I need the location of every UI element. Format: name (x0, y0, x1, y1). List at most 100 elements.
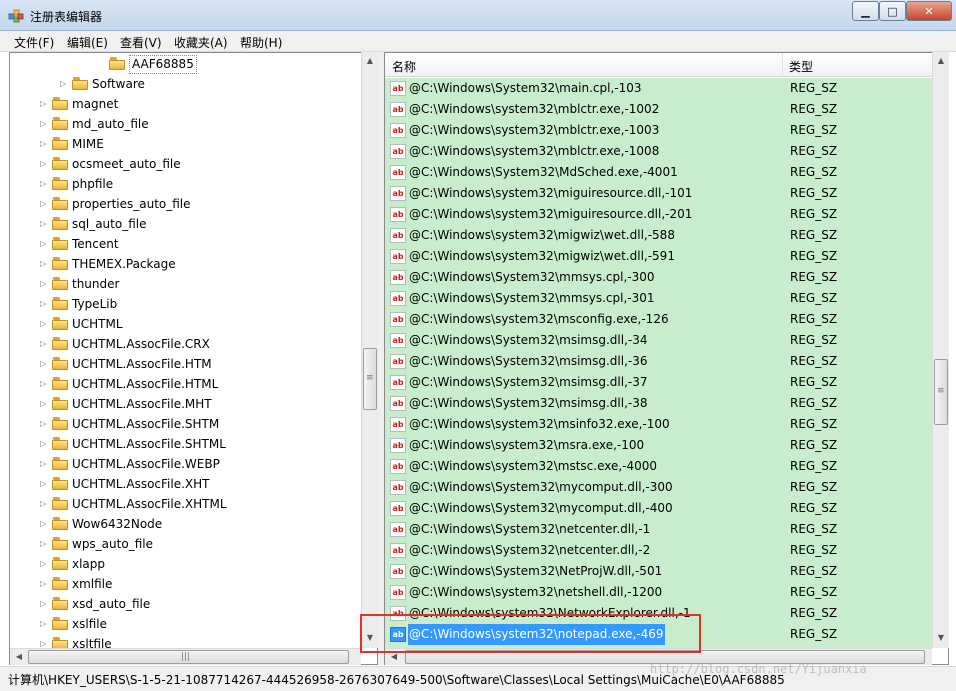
expand-arrow-icon[interactable]: ▷ (40, 534, 48, 554)
expand-arrow-icon[interactable]: ▷ (40, 514, 48, 534)
tree-item[interactable]: ▷ UCHTML.AssocFile.SHTML (10, 434, 360, 454)
table-row[interactable]: ab @C:\Windows\system32\miguiresource.dll… (385, 183, 933, 204)
expand-arrow-icon[interactable]: ▷ (40, 454, 48, 474)
column-header-name[interactable]: 名称 (392, 58, 416, 75)
expand-arrow-icon[interactable]: ▷ (40, 494, 48, 514)
tree-item[interactable]: ▷ UCHTML.AssocFile.HTM (10, 354, 360, 374)
minimize-button[interactable]: ▁ (852, 1, 879, 21)
tree-item[interactable]: ▷ TypeLib (10, 294, 360, 314)
tree-item[interactable]: ▷ Wow6432Node (10, 514, 360, 534)
table-row[interactable]: ab @C:\Windows\System32\NetProjW.dll,-501… (385, 561, 933, 582)
expand-arrow-icon[interactable]: ▷ (40, 274, 48, 294)
tree-item[interactable]: ▷ MIME (10, 134, 360, 154)
menu-edit[interactable]: 编辑(E) (67, 34, 108, 51)
table-row[interactable]: ab @C:\Windows\system32\msconfig.exe,-126… (385, 309, 933, 330)
tree-item[interactable]: ▷ phpfile (10, 174, 360, 194)
expand-arrow-icon[interactable]: ▷ (40, 114, 48, 134)
tree-scroll-thumb[interactable]: ≡ (363, 348, 377, 410)
expand-arrow-icon[interactable]: ▷ (40, 434, 48, 454)
table-row[interactable]: ab @C:\Windows\System32\mmsys.cpl,-300 REG… (385, 267, 933, 288)
expand-arrow-icon[interactable]: ▷ (40, 594, 48, 614)
table-row[interactable]: ab @C:\Windows\System32\msimsg.dll,-37 REG… (385, 372, 933, 393)
table-row[interactable]: ab @C:\Windows\system32\netshell.dll,-120… (385, 582, 933, 603)
tree-item[interactable]: ▷ xmlfile (10, 574, 360, 594)
table-row[interactable]: ab @C:\Windows\System32\netcenter.dll,-2 R… (385, 540, 933, 561)
table-row[interactable]: ab @C:\Windows\System32\msimsg.dll,-34 REG… (385, 330, 933, 351)
tree-item[interactable]: AAF68885 (10, 54, 360, 74)
tree-item[interactable]: ▷ UCHTML.AssocFile.XHTML (10, 494, 360, 514)
expand-arrow-icon[interactable]: ▷ (40, 354, 48, 374)
table-row[interactable]: ab @C:\Windows\System32\msimsg.dll,-38 REG… (385, 393, 933, 414)
close-button[interactable]: ✕ (906, 1, 952, 21)
tree-item[interactable]: ▷ magnet (10, 94, 360, 114)
tree-item[interactable]: ▷ md_auto_file (10, 114, 360, 134)
expand-arrow-icon[interactable]: ▷ (40, 614, 48, 634)
table-row[interactable]: ab @C:\Windows\system32\mblctr.exe,-1002 R… (385, 99, 933, 120)
table-row[interactable]: ab @C:\Windows\System32\MdSched.exe,-4001… (385, 162, 933, 183)
list-scroll-thumb[interactable]: ≡ (934, 359, 948, 425)
column-divider[interactable] (782, 53, 783, 77)
table-row[interactable]: ab @C:\Windows\System32\mycomput.dll,-400… (385, 498, 933, 519)
expand-arrow-icon[interactable]: ▷ (40, 154, 48, 174)
table-row[interactable]: ab @C:\Windows\System32\main.cpl,-103 REG_… (385, 78, 933, 99)
registry-tree[interactable]: AAF68885 ▷ Software ▷ magnet ▷ md_auto_file ▷ MI… (9, 52, 378, 665)
tree-item[interactable]: ▷ THEMEX.Package (10, 254, 360, 274)
table-row[interactable]: ab @C:\Windows\System32\mmsys.cpl,-301 REG… (385, 288, 933, 309)
table-row[interactable]: ab @C:\Windows\system32\migwiz\wet.dll,-5… (385, 225, 933, 246)
tree-item[interactable]: ▷ UCHTML (10, 314, 360, 334)
expand-arrow-icon[interactable]: ▷ (40, 194, 48, 214)
table-row[interactable]: ab @C:\Windows\system32\migwiz\wet.dll,-5… (385, 246, 933, 267)
expand-arrow-icon[interactable]: ▷ (40, 294, 48, 314)
menu-file[interactable]: 文件(F) (14, 34, 54, 51)
tree-item[interactable]: ▷ thunder (10, 274, 360, 294)
list-vertical-scrollbar[interactable]: ▲ ≡ ▼ (932, 52, 949, 648)
tree-item[interactable]: ▷ UCHTML.AssocFile.MHT (10, 394, 360, 414)
scroll-left-icon[interactable]: ◀ (11, 649, 27, 665)
expand-arrow-icon[interactable]: ▷ (40, 94, 48, 114)
expand-arrow-icon[interactable]: ▷ (40, 254, 48, 274)
tree-item[interactable]: ▷ UCHTML.AssocFile.WEBP (10, 454, 360, 474)
expand-arrow-icon[interactable]: ▷ (60, 74, 68, 94)
table-row[interactable]: ab @C:\Windows\system32\msinfo32.exe,-100… (385, 414, 933, 435)
tree-item[interactable]: ▷ xlapp (10, 554, 360, 574)
tree-item[interactable]: ▷ UCHTML.AssocFile.CRX (10, 334, 360, 354)
tree-item[interactable]: ▷ wps_auto_file (10, 534, 360, 554)
values-list[interactable]: 名称 类型 ab @C:\Windows\System32\main.cpl,-1… (384, 52, 949, 665)
scroll-down-icon[interactable]: ▼ (933, 630, 949, 646)
expand-arrow-icon[interactable]: ▷ (40, 134, 48, 154)
tree-horizontal-scrollbar[interactable]: ◀ ||| (10, 648, 361, 665)
expand-arrow-icon[interactable]: ▷ (40, 214, 48, 234)
tree-item[interactable]: ▷ Tencent (10, 234, 360, 254)
tree-hscroll-thumb[interactable]: ||| (28, 650, 349, 664)
table-row[interactable]: ab @C:\Windows\system32\mblctr.exe,-1008 R… (385, 141, 933, 162)
scroll-up-icon[interactable]: ▲ (362, 53, 378, 69)
expand-arrow-icon[interactable]: ▷ (40, 234, 48, 254)
tree-item[interactable]: ▷ Software (10, 74, 360, 94)
table-row[interactable]: ab @C:\Windows\System32\mycomput.dll,-300… (385, 477, 933, 498)
expand-arrow-icon[interactable]: ▷ (40, 414, 48, 434)
expand-arrow-icon[interactable]: ▷ (40, 474, 48, 494)
menu-help[interactable]: 帮助(H) (240, 34, 282, 51)
tree-item[interactable]: ▷ ocsmeet_auto_file (10, 154, 360, 174)
scroll-up-icon[interactable]: ▲ (933, 53, 949, 69)
tree-item[interactable]: ▷ xsd_auto_file (10, 594, 360, 614)
expand-arrow-icon[interactable]: ▷ (40, 374, 48, 394)
expand-arrow-icon[interactable]: ▷ (40, 554, 48, 574)
expand-arrow-icon[interactable]: ▷ (40, 334, 48, 354)
table-row[interactable]: ab @C:\Windows\system32\mblctr.exe,-1003 R… (385, 120, 933, 141)
menu-favorites[interactable]: 收藏夹(A) (174, 34, 228, 51)
tree-vertical-scrollbar[interactable]: ▲ ≡ ▼ (361, 52, 378, 648)
expand-arrow-icon[interactable]: ▷ (40, 574, 48, 594)
expand-arrow-icon[interactable]: ▷ (40, 174, 48, 194)
table-row[interactable]: ab @C:\Windows\System32\netcenter.dll,-1 R… (385, 519, 933, 540)
table-row[interactable]: ab @C:\Windows\system32\miguiresource.dll… (385, 204, 933, 225)
maximize-button[interactable]: □ (879, 1, 906, 21)
expand-arrow-icon[interactable]: ▷ (40, 394, 48, 414)
table-row[interactable]: ab @C:\Windows\system32\msra.exe,-100 REG_… (385, 435, 933, 456)
column-header-type[interactable]: 类型 (789, 58, 813, 75)
tree-item[interactable]: ▷ properties_auto_file (10, 194, 360, 214)
tree-item[interactable]: ▷ xslfile (10, 614, 360, 634)
expand-arrow-icon[interactable]: ▷ (40, 314, 48, 334)
table-row[interactable]: ab @C:\Windows\System32\msimsg.dll,-36 REG… (385, 351, 933, 372)
tree-item[interactable]: ▷ UCHTML.AssocFile.SHTM (10, 414, 360, 434)
